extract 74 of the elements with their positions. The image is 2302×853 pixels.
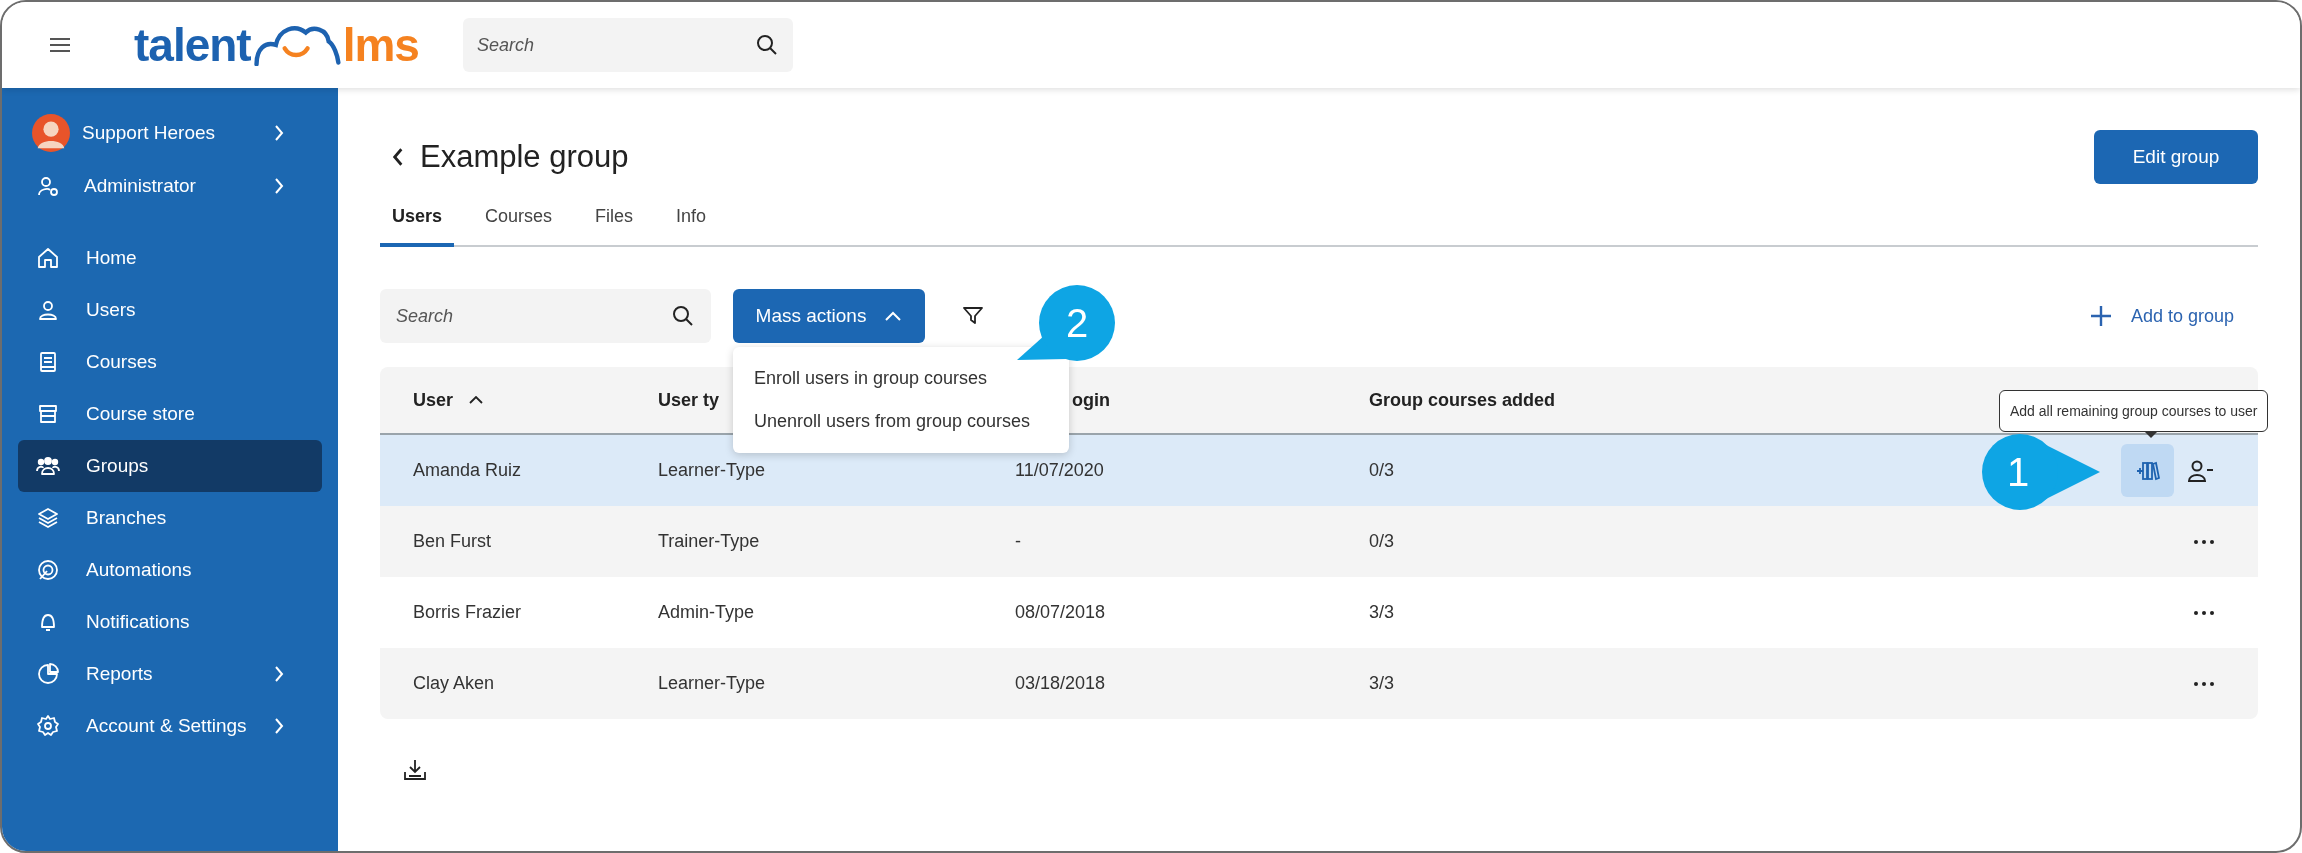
search-field[interactable]: Search: [380, 289, 711, 343]
plus-icon: [2090, 306, 2111, 326]
filter-icon[interactable]: [963, 307, 983, 325]
sort-ascending-icon[interactable]: [469, 396, 484, 404]
sidebar-item[interactable]: Courses: [18, 336, 322, 388]
column-header[interactable]: Group courses added: [1369, 389, 1556, 411]
table-cell: Ben Furst: [413, 531, 492, 552]
logo-text: lms: [342, 20, 419, 70]
sidebar-item[interactable]: Support Heroes: [18, 106, 322, 159]
more-options-icon[interactable]: [2194, 681, 2214, 686]
sidebar-item[interactable]: Branches: [18, 492, 322, 544]
sidebar-item[interactable]: Groups: [18, 440, 322, 492]
column-header[interactable]: ogin: [1072, 389, 1110, 411]
table-cell: Amanda Ruiz: [413, 460, 522, 481]
tab[interactable]: Files: [583, 192, 646, 247]
sidebar-item[interactable]: Reports: [18, 648, 322, 700]
avatar-icon: [32, 113, 70, 152]
page-title: Example group: [420, 139, 630, 175]
sidebar-item[interactable]: Notifications: [18, 596, 322, 648]
sidebar-item[interactable]: Administrator: [18, 159, 322, 212]
store-icon: [36, 402, 60, 426]
chevron-right-icon: [274, 176, 284, 195]
table-cell: 3/3: [1369, 602, 1395, 623]
table-cell: Learner-Type: [658, 673, 766, 694]
search-icon: [754, 33, 779, 57]
settings-icon: [36, 714, 60, 738]
menu-item[interactable]: Unenroll users from group courses: [733, 400, 1069, 443]
table-cell: Borris Frazier: [413, 602, 521, 623]
target-icon: [36, 558, 60, 582]
table-cell: 11/07/2020: [1015, 460, 1104, 481]
download-icon[interactable]: [404, 759, 426, 781]
table-cell: 0/3: [1369, 460, 1395, 481]
chevron-right-icon: [274, 665, 284, 683]
group-icon: [36, 454, 60, 478]
table-cell: Trainer-Type: [658, 531, 760, 552]
table-cell: 08/07/2018: [1015, 602, 1106, 623]
column-header[interactable]: User: [413, 389, 454, 411]
search-icon: [671, 304, 695, 328]
sidebar-item[interactable]: Users: [18, 284, 322, 336]
sidebar-item[interactable]: Account & Settings: [18, 700, 322, 752]
chevron-right-icon: [274, 717, 284, 735]
mass-actions-button[interactable]: Mass actions: [733, 289, 925, 343]
user-icon: [36, 298, 60, 322]
menu-icon[interactable]: [50, 37, 70, 53]
remove-user-icon[interactable]: [2188, 459, 2214, 482]
caret-icon: [884, 311, 903, 321]
table-cell: -: [1015, 531, 1021, 552]
more-options-icon[interactable]: [2194, 610, 2214, 615]
table-cell: 03/18/2018: [1015, 673, 1106, 694]
sidebar-item[interactable]: Course store: [18, 388, 322, 440]
search-field[interactable]: Search: [462, 18, 793, 72]
edit-group-button[interactable]: Edit group: [2094, 130, 2258, 184]
logo-text: talent: [134, 20, 251, 70]
add-courses-button[interactable]: [2121, 444, 2174, 497]
sidebar-item[interactable]: Home: [18, 232, 322, 284]
table-cell: Learner-Type: [658, 460, 766, 481]
tab[interactable]: Users: [380, 192, 455, 247]
table-row[interactable]: Clay Aken Learner-Type 03/18/2018 3/3: [380, 648, 2258, 719]
chevron-right-icon: [274, 123, 284, 142]
tab[interactable]: Courses: [473, 192, 565, 247]
table-row[interactable]: Ben Furst Trainer-Type - 0/3: [380, 506, 2258, 577]
back-icon[interactable]: [392, 147, 404, 167]
sidebar-item[interactable]: Automations: [18, 544, 322, 596]
layers-icon: [36, 506, 60, 530]
home-icon: [36, 246, 60, 270]
add-to-group-button[interactable]: Add to group: [2084, 304, 2240, 328]
table-cell: Clay Aken: [413, 673, 495, 694]
pie-chart-icon: [36, 662, 60, 686]
table-cell: 3/3: [1369, 673, 1395, 694]
tab[interactable]: Info: [664, 192, 719, 247]
column-header[interactable]: User ty: [658, 389, 720, 411]
table-cell: 0/3: [1369, 531, 1395, 552]
more-options-icon[interactable]: [2194, 539, 2214, 544]
table-cell: Admin-Type: [658, 602, 755, 623]
